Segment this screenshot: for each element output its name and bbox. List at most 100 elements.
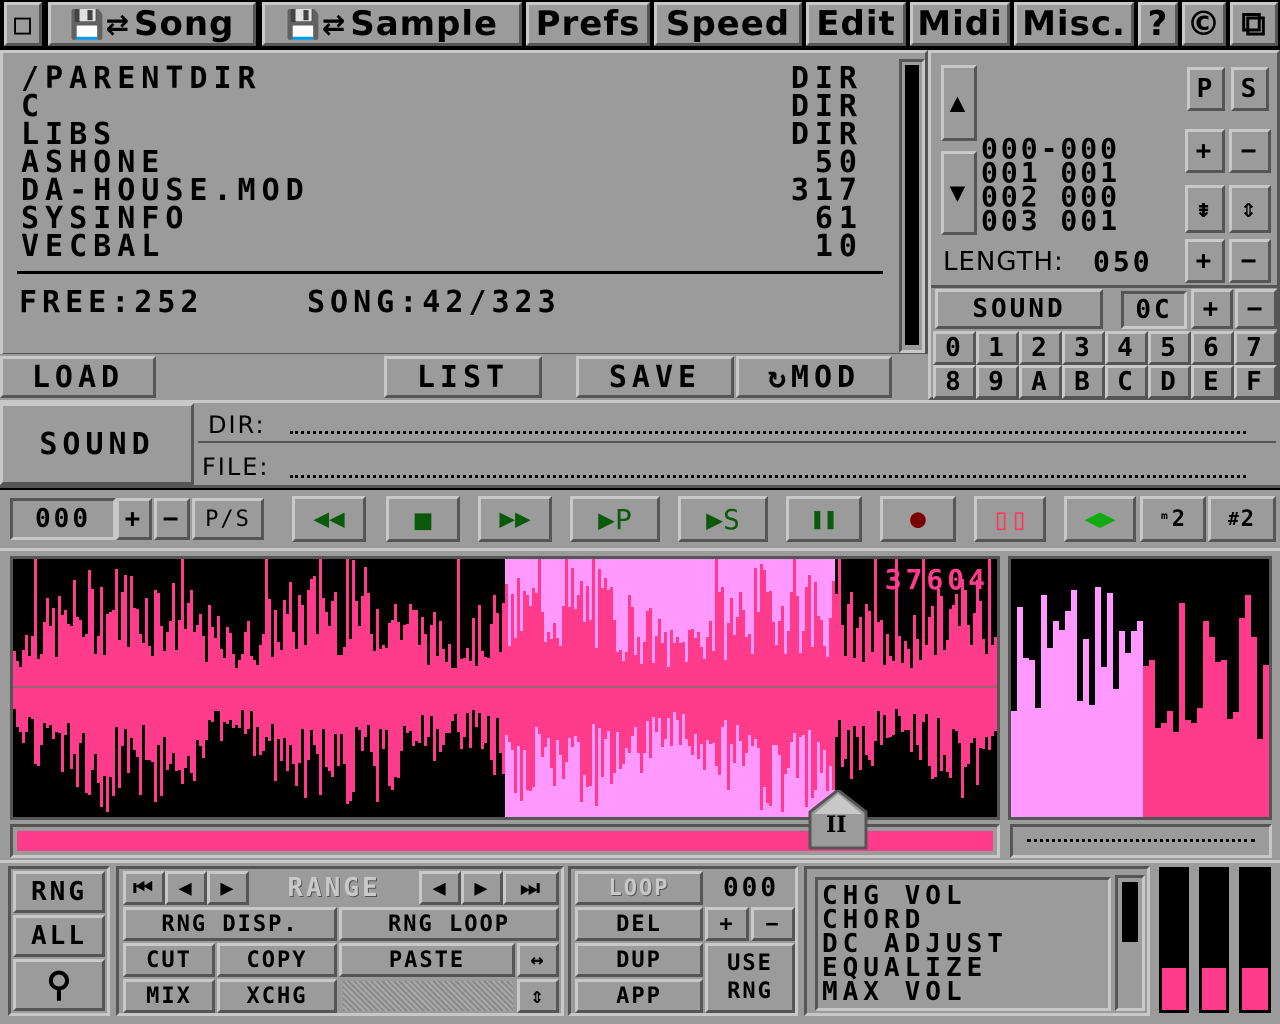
length-minus-button[interactable]: −: [1229, 239, 1271, 283]
pattern-plus-button[interactable]: +: [1185, 129, 1225, 173]
hex-key[interactable]: 5: [1148, 331, 1191, 365]
track-mode-button-a[interactable]: ᵐ2: [1140, 496, 1206, 542]
sound-select-button[interactable]: SOUND: [935, 289, 1103, 329]
menu-prefs[interactable]: Prefs: [526, 2, 650, 46]
use-rng-button[interactable]: USE RNG: [705, 943, 795, 1013]
hex-key[interactable]: 9: [976, 365, 1019, 399]
hex-key[interactable]: 7: [1234, 331, 1277, 365]
hex-key[interactable]: E: [1191, 365, 1234, 399]
list-item[interactable]: 003 001: [981, 207, 1187, 235]
updown-button[interactable]: ⇕: [517, 979, 559, 1013]
hex-key[interactable]: 3: [1062, 331, 1105, 365]
loop-minus-button[interactable]: −: [751, 907, 795, 941]
position-minus-button[interactable]: −: [154, 498, 190, 540]
paste-button[interactable]: PASTE: [339, 943, 515, 977]
zoom-preview[interactable]: [1008, 556, 1272, 820]
copy-button[interactable]: COPY: [217, 943, 337, 977]
preview-scrollbar[interactable]: [1010, 824, 1272, 858]
file-field[interactable]: FILE:: [198, 445, 1276, 485]
pattern-minus-button[interactable]: −: [1229, 129, 1271, 173]
effects-scrollbar[interactable]: [1115, 875, 1145, 1011]
loop-plus-button[interactable]: +: [705, 907, 749, 941]
rng-disp-button[interactable]: RNG DISP.: [123, 907, 337, 941]
hex-key[interactable]: B: [1062, 365, 1105, 399]
range-last-button[interactable]: ⏭: [503, 871, 559, 905]
menu-sample[interactable]: 💾⇄ Sample: [262, 2, 522, 46]
list-button[interactable]: LIST: [384, 356, 542, 398]
pattern-up-button[interactable]: ▲: [941, 65, 977, 141]
dup-button[interactable]: DUP: [575, 943, 703, 977]
hex-key[interactable]: D: [1148, 365, 1191, 399]
range-first-button[interactable]: ⏮: [123, 871, 165, 905]
save-button[interactable]: SAVE: [576, 356, 734, 398]
list-item[interactable]: VECBAL: [21, 232, 165, 262]
waveform-scroll-thumb[interactable]: II: [808, 790, 868, 852]
rng-loop-button[interactable]: RNG LOOP: [339, 907, 559, 941]
range-prev2-button[interactable]: ◀: [419, 871, 461, 905]
menu-song[interactable]: 💾⇄ Song: [48, 2, 256, 46]
pattern-p-button[interactable]: P: [1187, 67, 1225, 111]
play-song-button[interactable]: ▶S: [678, 496, 768, 542]
stop-button[interactable]: ■: [386, 496, 460, 542]
record-button[interactable]: ●: [880, 496, 956, 542]
sound-mode-button[interactable]: SOUND: [0, 403, 194, 485]
all-button[interactable]: ALL: [13, 915, 105, 957]
waveform-display[interactable]: 37604: [10, 556, 1000, 820]
close-window-button[interactable]: ▫: [4, 2, 42, 46]
play-pattern-button[interactable]: ▶P: [570, 496, 660, 542]
sound-plus-button[interactable]: +: [1191, 289, 1233, 329]
file-list[interactable]: /PARENTDIR DIR C DIR LIBS DIR ASHONE 50 …: [3, 61, 883, 271]
fast-forward-button[interactable]: ▶▶: [478, 496, 552, 542]
menu-misc[interactable]: Misc.: [1014, 2, 1134, 46]
scrollbar-thumb[interactable]: [905, 65, 919, 345]
edit-mode-button[interactable]: ◀▶: [1064, 496, 1136, 542]
pattern-s-button[interactable]: S: [1231, 67, 1269, 111]
pattern-list[interactable]: 000-000 001 001 002 000 003 001: [981, 135, 1187, 235]
mix-button[interactable]: MIX: [123, 979, 215, 1013]
pattern-down-button[interactable]: ▼: [941, 151, 977, 235]
sound-minus-button[interactable]: −: [1235, 289, 1277, 329]
hex-key[interactable]: A: [1019, 365, 1062, 399]
dir-field[interactable]: DIR:: [198, 405, 1276, 443]
app-button[interactable]: APP: [575, 979, 703, 1013]
menu-speed[interactable]: Speed: [654, 2, 802, 46]
scrollbar-thumb[interactable]: [1122, 882, 1138, 942]
hex-key[interactable]: 1: [976, 331, 1019, 365]
window-depth-button[interactable]: ⧉: [1230, 2, 1278, 46]
load-button[interactable]: LOAD: [0, 356, 156, 398]
rng-button[interactable]: RNG: [13, 871, 105, 913]
length-plus-button[interactable]: +: [1185, 239, 1225, 283]
cut-button[interactable]: CUT: [123, 943, 215, 977]
ps-toggle-button[interactable]: P/S: [192, 498, 264, 540]
range-prev-button[interactable]: ◀: [165, 871, 207, 905]
pattern-insert-button[interactable]: ⇟: [1185, 185, 1225, 233]
hex-key[interactable]: 6: [1191, 331, 1234, 365]
position-plus-button[interactable]: +: [116, 498, 152, 540]
hex-key[interactable]: 4: [1105, 331, 1148, 365]
list-item[interactable]: /PARENTDIR: [21, 64, 262, 94]
about-button[interactable]: ©: [1182, 2, 1226, 46]
swap-button[interactable]: ↔: [517, 943, 559, 977]
zoom-button[interactable]: ⚲: [13, 959, 105, 1011]
list-item[interactable]: MAX VOL: [822, 979, 1108, 1005]
del-button[interactable]: DEL: [575, 907, 703, 941]
hex-key[interactable]: C: [1105, 365, 1148, 399]
loop-mode-button[interactable]: ▯▯: [974, 496, 1046, 542]
file-list-scrollbar[interactable]: [899, 59, 925, 353]
range-next-button[interactable]: ▶: [207, 871, 249, 905]
xchg-button[interactable]: XCHG: [217, 979, 337, 1013]
rewind-button[interactable]: ◀◀: [292, 496, 366, 542]
pattern-delete-button[interactable]: ⇕: [1229, 185, 1271, 233]
hex-key[interactable]: 0: [933, 331, 976, 365]
range-next2-button[interactable]: ▶: [461, 871, 503, 905]
menu-edit[interactable]: Edit: [806, 2, 906, 46]
menu-midi[interactable]: Midi: [910, 2, 1010, 46]
help-button[interactable]: ?: [1138, 2, 1178, 46]
loop-button[interactable]: LOOP: [575, 871, 703, 905]
pause-button[interactable]: ❚❚: [786, 496, 862, 542]
hex-key[interactable]: 2: [1019, 331, 1062, 365]
hex-key[interactable]: 8: [933, 365, 976, 399]
hex-key[interactable]: F: [1234, 365, 1277, 399]
effects-list[interactable]: CHG VOL CHORD DC ADJUST EQUALIZE MAX VOL: [815, 877, 1111, 1011]
track-mode-button-b[interactable]: #2: [1208, 496, 1276, 542]
